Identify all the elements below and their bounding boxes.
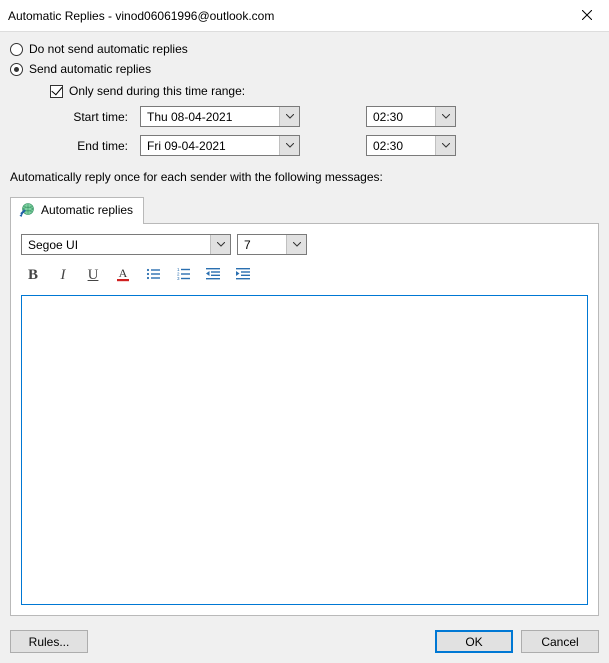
globe-arrow-icon xyxy=(19,202,35,218)
svg-text:3: 3 xyxy=(177,276,180,281)
font-family-dropdown[interactable]: Segoe UI xyxy=(21,234,231,255)
bullet-list-button[interactable] xyxy=(143,265,163,285)
editor-toolbar-row2: B I U A xyxy=(23,265,588,285)
cancel-button[interactable]: Cancel xyxy=(521,630,599,653)
radio-send[interactable]: Send automatic replies xyxy=(10,62,599,76)
end-time-label: End time: xyxy=(62,139,132,153)
editor-toolbar-row1: Segoe UI 7 xyxy=(21,234,588,255)
close-icon xyxy=(582,9,592,23)
chevron-down-icon xyxy=(435,107,455,126)
chevron-down-icon xyxy=(210,235,230,254)
italic-button[interactable]: I xyxy=(53,265,73,285)
radio-do-not-send[interactable]: Do not send automatic replies xyxy=(10,42,599,56)
font-size-value: 7 xyxy=(238,235,286,254)
radio-icon xyxy=(10,63,23,76)
bold-button[interactable]: B xyxy=(23,265,43,285)
time-range-block: Only send during this time range: Start … xyxy=(50,84,599,156)
svg-text:A: A xyxy=(119,266,128,280)
start-date-dropdown[interactable]: Thu 08-04-2021 xyxy=(140,106,300,127)
end-time-value: 02:30 xyxy=(367,136,435,155)
chevron-down-icon xyxy=(435,136,455,155)
underline-button[interactable]: U xyxy=(83,265,103,285)
only-send-during-checkbox[interactable]: Only send during this time range: xyxy=(50,84,599,98)
titlebar: Automatic Replies - vinod06061996@outloo… xyxy=(0,0,609,32)
increase-indent-icon xyxy=(235,266,251,285)
outdent-button[interactable] xyxy=(203,265,223,285)
tab-automatic-replies[interactable]: Automatic replies xyxy=(10,197,144,224)
reply-message-editor[interactable] xyxy=(21,295,588,605)
font-size-dropdown[interactable]: 7 xyxy=(237,234,307,255)
dialog-footer: Rules... OK Cancel xyxy=(0,622,609,663)
tab-panel: Segoe UI 7 B I U xyxy=(10,223,599,616)
radio-send-label: Send automatic replies xyxy=(29,62,151,76)
tab-automatic-replies-label: Automatic replies xyxy=(41,203,133,217)
start-date-value: Thu 08-04-2021 xyxy=(141,107,279,126)
automatic-replies-dialog: Automatic Replies - vinod06061996@outloo… xyxy=(0,0,609,663)
decrease-indent-icon xyxy=(205,266,221,285)
font-family-value: Segoe UI xyxy=(22,235,210,254)
font-color-icon: A xyxy=(115,266,131,285)
rules-button[interactable]: Rules... xyxy=(10,630,88,653)
ok-button[interactable]: OK xyxy=(435,630,513,653)
close-button[interactable] xyxy=(564,0,609,32)
end-date-dropdown[interactable]: Fri 09-04-2021 xyxy=(140,135,300,156)
chevron-down-icon xyxy=(279,107,299,126)
start-time-dropdown[interactable]: 02:30 xyxy=(366,106,456,127)
radio-icon xyxy=(10,43,23,56)
indent-button[interactable] xyxy=(233,265,253,285)
bullet-list-icon xyxy=(145,266,161,285)
window-title: Automatic Replies - vinod06061996@outloo… xyxy=(8,9,564,23)
start-time-value: 02:30 xyxy=(367,107,435,126)
numbered-list-icon: 1 2 3 xyxy=(175,266,191,285)
chevron-down-icon xyxy=(279,136,299,155)
start-time-label: Start time: xyxy=(62,110,132,124)
tabstrip: Automatic replies xyxy=(10,196,599,223)
dialog-body: Do not send automatic replies Send autom… xyxy=(0,32,609,622)
info-text: Automatically reply once for each sender… xyxy=(10,170,599,184)
chevron-down-icon xyxy=(286,235,306,254)
end-date-value: Fri 09-04-2021 xyxy=(141,136,279,155)
font-color-button[interactable]: A xyxy=(113,265,133,285)
end-time-dropdown[interactable]: 02:30 xyxy=(366,135,456,156)
numbered-list-button[interactable]: 1 2 3 xyxy=(173,265,193,285)
only-send-during-label: Only send during this time range: xyxy=(69,84,245,98)
reply-editor-group: Automatic replies Segoe UI 7 xyxy=(10,196,599,616)
checkmark-icon xyxy=(50,85,63,98)
radio-do-not-send-label: Do not send automatic replies xyxy=(29,42,188,56)
